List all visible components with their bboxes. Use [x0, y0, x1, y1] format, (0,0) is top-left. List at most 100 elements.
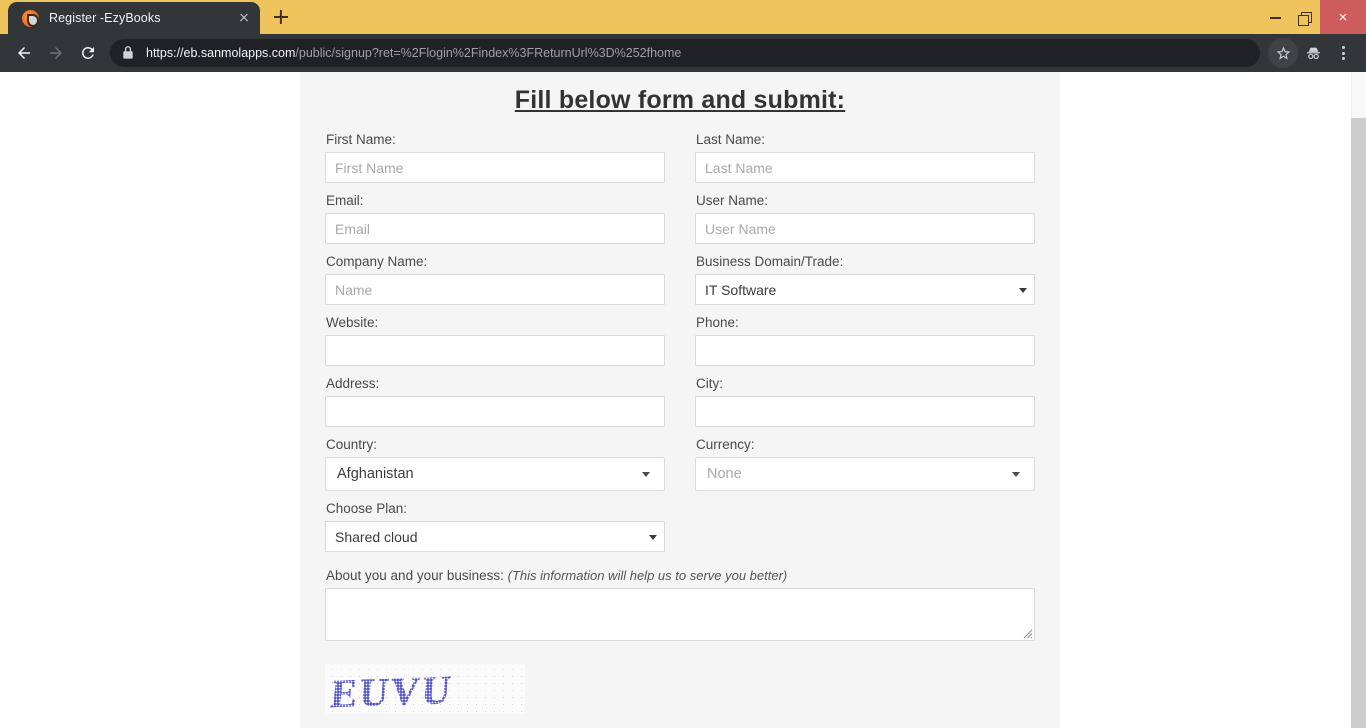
new-tab-button[interactable]	[266, 2, 296, 32]
captcha-area: EUVU	[325, 650, 1035, 714]
field-company-name: Company Name:	[325, 253, 665, 305]
country-select[interactable]: Afghanistan	[325, 457, 665, 491]
form-column-right-empty	[695, 500, 1035, 561]
field-about: About you and your business: (This infor…	[325, 567, 1035, 641]
chevron-down-icon	[642, 472, 650, 477]
first-name-label: First Name:	[326, 132, 396, 147]
last-name-label: Last Name:	[696, 132, 766, 147]
city-label: City:	[696, 376, 723, 391]
url-text: https://eb.sanmolapps.com/public/signup?…	[146, 46, 681, 60]
window-controls: ×	[1260, 0, 1366, 34]
form-column-left: Country: Afghanistan	[325, 436, 665, 500]
user-name-label: User Name:	[696, 193, 769, 208]
website-input[interactable]	[325, 335, 665, 366]
field-first-name: First Name:	[325, 131, 665, 183]
captcha-dot-mask	[325, 664, 525, 714]
chevron-down-icon	[1019, 287, 1027, 293]
city-input[interactable]	[695, 396, 1035, 427]
choose-plan-select[interactable]: Shared cloud	[325, 521, 665, 552]
phone-input[interactable]	[695, 335, 1035, 366]
forward-arrow-icon[interactable]	[40, 37, 72, 69]
form-column-left: Address:	[325, 375, 665, 436]
email-input[interactable]	[325, 213, 665, 244]
last-name-input[interactable]	[695, 152, 1035, 183]
page-scrollbar-track[interactable]	[1351, 72, 1366, 728]
ezybooks-favicon	[22, 9, 39, 27]
form-column-right: User Name:	[695, 192, 1035, 253]
page-title: Fill below form and submit:	[514, 86, 846, 114]
address-label: Address:	[326, 376, 380, 391]
email-label: Email:	[326, 193, 364, 208]
form-row-website-phone: Website: Phone:	[325, 314, 1035, 375]
form-row-email-user: Email: User Name:	[325, 192, 1035, 253]
about-label-text: About you and your business:	[326, 568, 504, 583]
form-row-country-currency: Country: Afghanistan Currency: None	[325, 436, 1035, 500]
form-column-left: Website:	[325, 314, 665, 375]
menu-dots	[1341, 46, 1345, 60]
company-name-label: Company Name:	[326, 254, 428, 269]
field-last-name: Last Name:	[695, 131, 1035, 183]
incognito-icon[interactable]	[1298, 38, 1328, 68]
field-address: Address:	[325, 375, 665, 427]
first-name-input[interactable]	[325, 152, 665, 183]
page-scrollbar-thumb[interactable]	[1351, 118, 1366, 728]
form-row-address-city: Address: City:	[325, 375, 1035, 436]
reload-icon[interactable]	[72, 37, 104, 69]
form-column-right: Last Name:	[695, 131, 1035, 192]
field-website: Website:	[325, 314, 665, 366]
url-origin: https://	[146, 46, 184, 60]
about-textarea-wrap	[325, 588, 1035, 641]
star-icon[interactable]	[1268, 38, 1298, 68]
field-currency: Currency: None	[695, 436, 1035, 491]
company-name-input[interactable]	[325, 274, 665, 305]
url-host: eb.sanmolapps.com	[183, 46, 296, 60]
choose-plan-value: Shared cloud	[335, 528, 418, 545]
field-user-name: User Name:	[695, 192, 1035, 244]
signup-form-panel: Fill below form and submit: First Name: …	[300, 72, 1060, 728]
currency-select[interactable]: None	[695, 457, 1035, 491]
phone-label: Phone:	[696, 315, 739, 330]
form-row-plan: Choose Plan: Shared cloud	[325, 500, 1035, 561]
close-icon[interactable]	[234, 8, 254, 28]
user-name-input[interactable]	[695, 213, 1035, 244]
page-viewport: Fill below form and submit: First Name: …	[0, 72, 1366, 728]
form-column-left: Email:	[325, 192, 665, 253]
field-choose-plan: Choose Plan: Shared cloud	[325, 500, 665, 552]
form-row-names: First Name: Last Name:	[325, 131, 1035, 192]
choose-plan-label: Choose Plan:	[326, 501, 408, 516]
address-bar[interactable]: https://eb.sanmolapps.com/public/signup?…	[110, 39, 1260, 67]
browser-toolbar: https://eb.sanmolapps.com/public/signup?…	[0, 34, 1366, 72]
field-phone: Phone:	[695, 314, 1035, 366]
browser-tab[interactable]: Register -EzyBooks	[8, 2, 260, 34]
tab-title: Register -EzyBooks	[49, 11, 161, 25]
chevron-down-icon	[649, 534, 657, 540]
secure-lock-icon	[122, 46, 134, 60]
currency-label: Currency:	[696, 437, 755, 452]
about-label-hint: (This information will help us to serve …	[507, 568, 788, 583]
form-column-right: Business Domain/Trade: IT Software	[695, 253, 1035, 314]
field-city: City:	[695, 375, 1035, 427]
currency-value: None	[707, 466, 742, 482]
form-column-right: Currency: None	[695, 436, 1035, 500]
window-close-button[interactable]: ×	[1320, 0, 1366, 34]
field-email: Email:	[325, 192, 665, 244]
form-column-left: Company Name:	[325, 253, 665, 314]
business-domain-label: Business Domain/Trade:	[696, 254, 844, 269]
browser-window: Register -EzyBooks × https://eb.sanmolap…	[0, 0, 1366, 728]
registration-form: First Name: Last Name:	[300, 131, 1060, 714]
country-label: Country:	[326, 437, 378, 452]
form-row-company-domain: Company Name: Business Domain/Trade: IT …	[325, 253, 1035, 314]
browser-titlebar: Register -EzyBooks ×	[0, 0, 1366, 34]
three-dots-icon[interactable]	[1328, 38, 1358, 68]
about-textarea[interactable]	[325, 588, 1035, 641]
address-input[interactable]	[325, 396, 665, 427]
tab-strip: Register -EzyBooks	[0, 0, 296, 34]
country-value: Afghanistan	[337, 466, 414, 482]
business-domain-select[interactable]: IT Software	[695, 274, 1035, 305]
business-domain-value: IT Software	[705, 281, 777, 298]
maximize-restore-button[interactable]	[1290, 0, 1320, 34]
minimize-button[interactable]	[1260, 0, 1290, 34]
about-label: About you and your business: (This infor…	[325, 567, 1035, 588]
back-arrow-icon[interactable]	[8, 37, 40, 69]
captcha-image: EUVU	[325, 664, 525, 714]
